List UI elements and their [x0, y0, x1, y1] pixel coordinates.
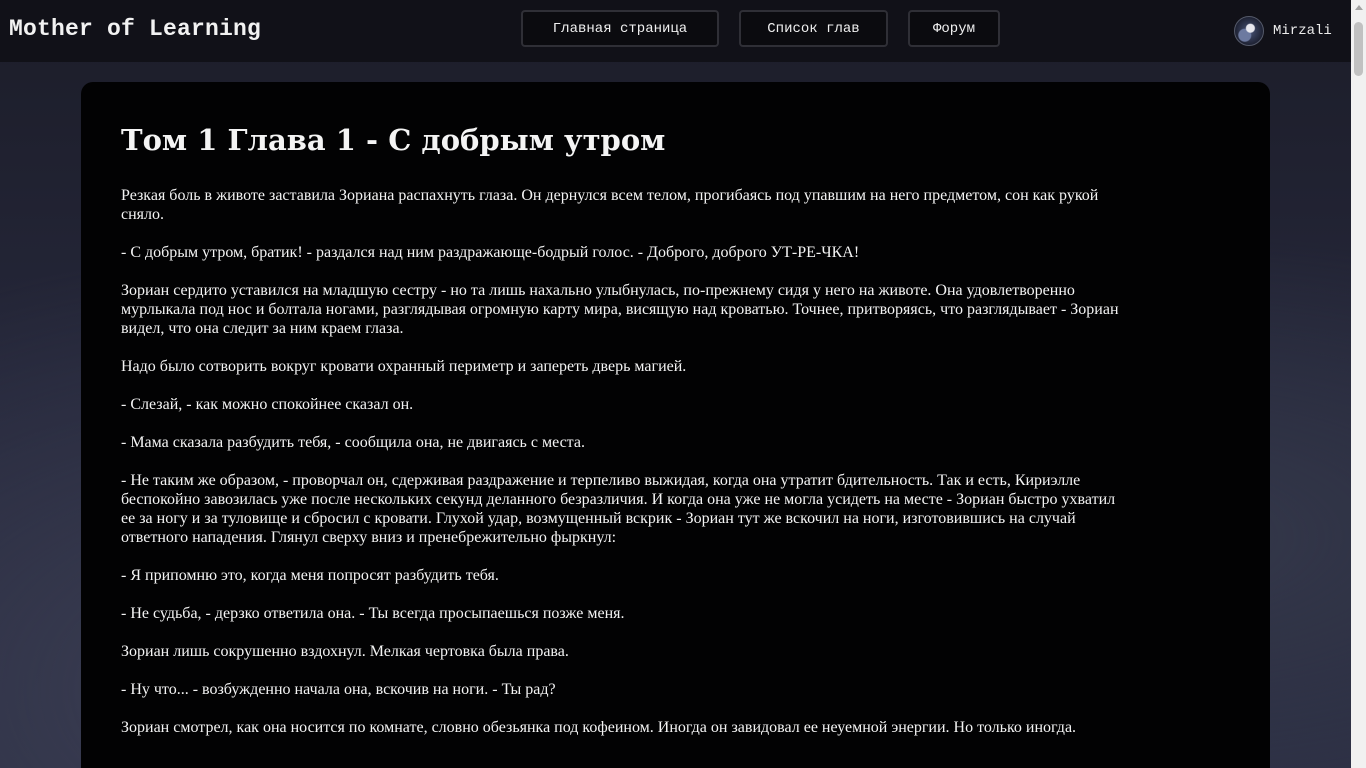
site-title-link[interactable]: Mother of Learning — [9, 16, 261, 42]
chapter-paragraph: - Не судьба, - дерзко ответила она. - Ты… — [121, 605, 625, 622]
chapter-paragraph: - С добрым утром, братик! - раздался над… — [121, 244, 860, 261]
chapter-paragraph: Резкая боль в животе заставила Зориана р… — [121, 187, 1099, 223]
chapter-text: Резкая боль в животе заставила Зориана р… — [121, 186, 1131, 737]
chapter-paragraph: Надо было сотворить вокруг кровати охран… — [121, 358, 687, 375]
top-navbar: Mother of Learning Главная страница Спис… — [0, 0, 1351, 62]
user-profile-link[interactable]: Mirzali — [1234, 16, 1332, 46]
chapter-paragraph: - Ну что... - возбужденно начала она, вс… — [121, 681, 556, 698]
scroll-up-arrow-icon[interactable] — [1355, 5, 1363, 10]
nav-forum-button[interactable]: Форум — [908, 10, 1000, 47]
chapter-paragraph: - Не таким же образом, - проворчал он, с… — [121, 472, 1116, 546]
page-scrollbar[interactable] — [1351, 0, 1366, 768]
nav-home-button[interactable]: Главная страница — [521, 10, 719, 47]
chapter-content-panel: Том 1 Глава 1 - С добрым утром Резкая бо… — [81, 82, 1270, 768]
user-avatar-icon — [1234, 16, 1264, 46]
username-label: Mirzali — [1273, 23, 1332, 39]
nav-chapter-list-button[interactable]: Список глав — [739, 10, 888, 47]
chapter-paragraph: - Я припомню это, когда меня попросят ра… — [121, 567, 499, 584]
chapter-paragraph: Зориан смотрел, как она носится по комна… — [121, 719, 1077, 736]
chapter-paragraph: Зориан лишь сокрушенно вздохнул. Мелкая … — [121, 643, 569, 660]
scrollbar-thumb[interactable] — [1354, 22, 1363, 76]
chapter-paragraph: - Слезай, - как можно спокойнее сказал о… — [121, 396, 414, 413]
chapter-title: Том 1 Глава 1 - С добрым утром — [121, 123, 666, 157]
chapter-paragraph: - Мама сказала разбудить тебя, - сообщил… — [121, 434, 585, 451]
chapter-paragraph: Зориан сердито уставился на младшую сест… — [121, 282, 1119, 337]
